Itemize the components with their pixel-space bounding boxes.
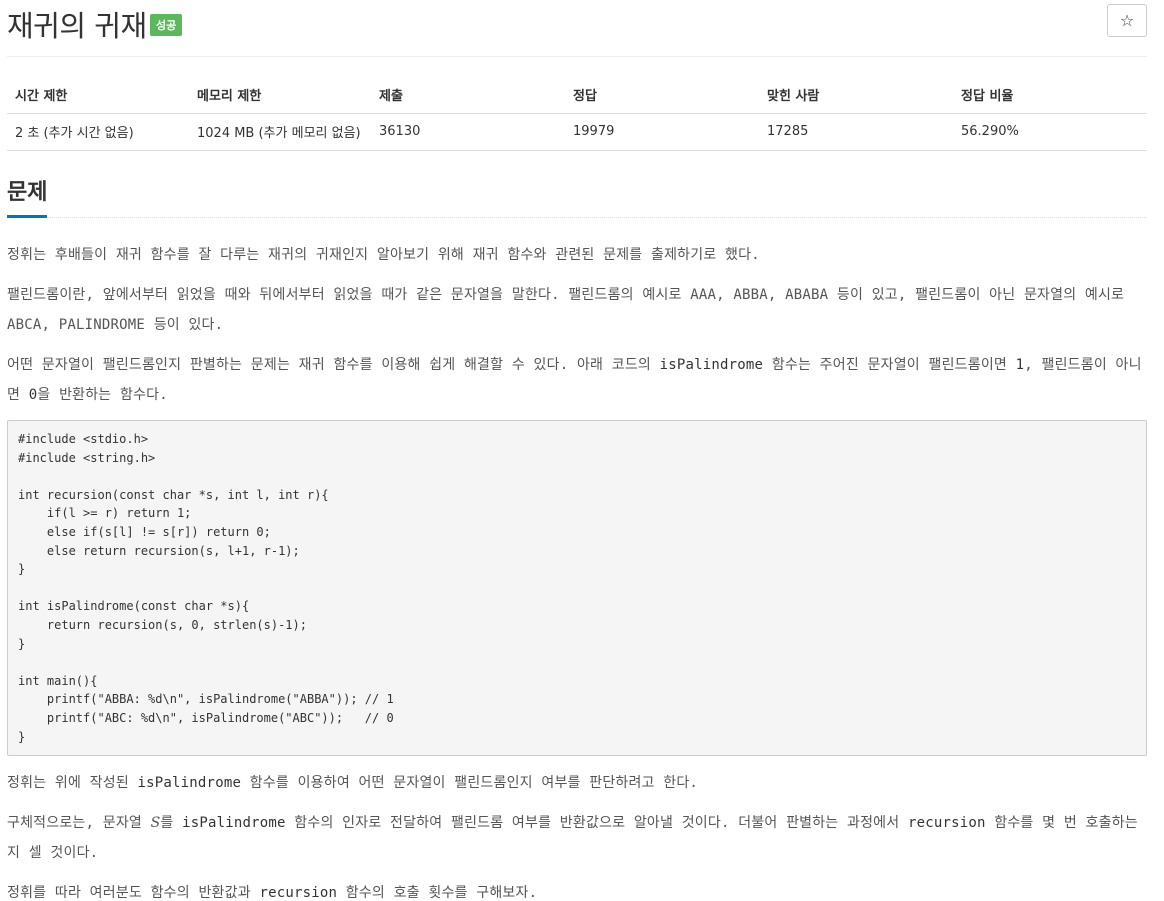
math-variable: S xyxy=(150,815,161,831)
header-memory-limit: 메모리 제한 xyxy=(189,76,371,114)
paragraph-1: 정휘는 후배들이 재귀 함수를 잘 다루는 재귀의 귀재인지 알아보기 위해 재… xyxy=(7,247,760,263)
time-limit-value: 2 초 (추가 시간 없음) xyxy=(7,113,189,151)
header-accepted: 정답 xyxy=(565,76,759,114)
inline-code: recursion xyxy=(907,815,986,831)
paragraph-6: 정휘를 따라 여러분도 함수의 반환값과 recursion 함수의 호출 횟수… xyxy=(7,885,538,901)
paragraph-5: 구체적으로는, 문자열 S를 isPalindrome 함수의 인자로 전달하여… xyxy=(7,815,1138,861)
problem-page: 재귀의 귀재 성공 ☆ 시간 제한 메모리 제한 제출 정답 맞힌 사람 정답 … xyxy=(0,0,1164,901)
problem-description: 정휘는 후배들이 재귀 함수를 잘 다루는 재귀의 귀재인지 알아보기 위해 재… xyxy=(7,240,1147,901)
inline-code: recursion xyxy=(259,885,338,901)
status-badge: 성공 xyxy=(150,14,183,36)
problem-header: 재귀의 귀재 성공 ☆ xyxy=(7,0,1147,57)
accepted-value: 19979 xyxy=(565,113,759,151)
inline-code: isPalindrome xyxy=(659,357,764,373)
favorite-button[interactable]: ☆ xyxy=(1107,4,1147,37)
submissions-value: 36130 xyxy=(371,113,565,151)
table-header-row: 시간 제한 메모리 제한 제출 정답 맞힌 사람 정답 비율 xyxy=(7,76,1147,114)
section-title: 문제 xyxy=(7,178,48,218)
code-text[interactable]: #include <stdio.h> #include <string.h> i… xyxy=(18,430,1136,746)
paragraph-2: 팰린드롬이란, 앞에서부터 읽었을 때와 뒤에서부터 읽었을 때가 같은 문자열… xyxy=(7,287,1125,333)
header-solvers: 맞힌 사람 xyxy=(759,76,953,114)
inline-code: 1 xyxy=(1015,357,1025,373)
paragraph-4: 정휘는 위에 작성된 isPalindrome 함수를 이용하여 어떤 문자열이… xyxy=(7,775,699,791)
solvers-value: 17285 xyxy=(759,113,953,151)
problem-info-table: 시간 제한 메모리 제한 제출 정답 맞힌 사람 정답 비율 2 초 (추가 시… xyxy=(7,76,1147,151)
code-block[interactable]: #include <stdio.h> #include <string.h> i… xyxy=(7,420,1147,756)
problem-title: 재귀의 귀재 xyxy=(7,9,147,43)
header-submissions: 제출 xyxy=(371,76,565,114)
inline-code: isPalindrome xyxy=(182,815,286,831)
table-row: 2 초 (추가 시간 없음) 1024 MB (추가 메모리 없음) 36130… xyxy=(7,113,1147,151)
header-ratio: 정답 비율 xyxy=(953,76,1147,114)
inline-code: isPalindrome xyxy=(137,775,242,791)
paragraph-3: 어떤 문자열이 팰린드롬인지 판별하는 문제는 재귀 함수를 이용해 쉽게 해결… xyxy=(7,357,1142,403)
problem-section-header: 문제 xyxy=(7,178,1147,218)
memory-limit-value: 1024 MB (추가 메모리 없음) xyxy=(189,113,371,151)
ratio-value: 56.290% xyxy=(953,113,1147,151)
header-time-limit: 시간 제한 xyxy=(7,76,189,114)
star-icon: ☆ xyxy=(1119,11,1135,30)
